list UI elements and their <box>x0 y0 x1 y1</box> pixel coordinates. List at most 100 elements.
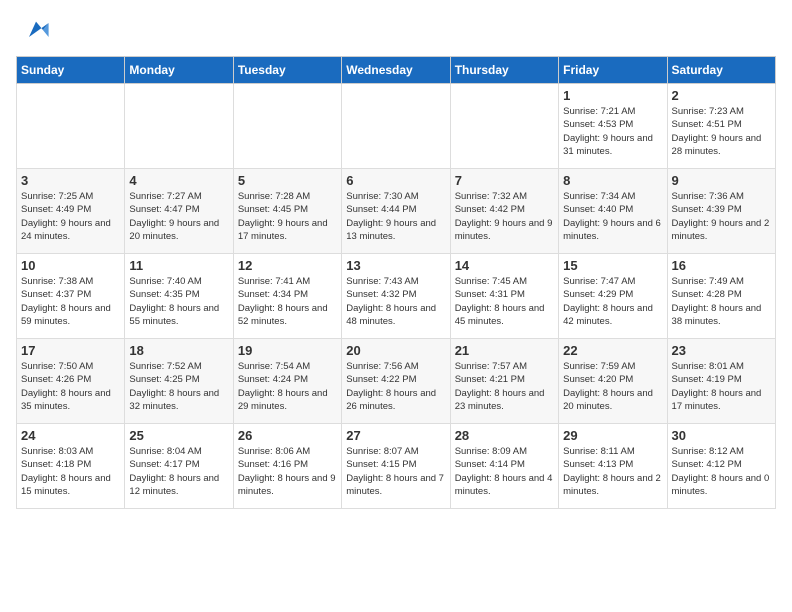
calendar-cell: 27Sunrise: 8:07 AM Sunset: 4:15 PM Dayli… <box>342 424 450 509</box>
day-info: Sunrise: 7:34 AM Sunset: 4:40 PM Dayligh… <box>563 190 662 243</box>
day-info: Sunrise: 7:45 AM Sunset: 4:31 PM Dayligh… <box>455 275 554 328</box>
day-info: Sunrise: 7:23 AM Sunset: 4:51 PM Dayligh… <box>672 105 771 158</box>
page-header <box>16 16 776 44</box>
day-info: Sunrise: 7:50 AM Sunset: 4:26 PM Dayligh… <box>21 360 120 413</box>
day-info: Sunrise: 8:04 AM Sunset: 4:17 PM Dayligh… <box>129 445 228 498</box>
day-info: Sunrise: 7:52 AM Sunset: 4:25 PM Dayligh… <box>129 360 228 413</box>
day-info: Sunrise: 7:49 AM Sunset: 4:28 PM Dayligh… <box>672 275 771 328</box>
calendar-cell: 14 Sunrise: 7:45 AM Sunset: 4:31 PM Dayli… <box>450 254 558 339</box>
day-number: 27 <box>346 428 445 443</box>
day-number: 12 <box>238 258 337 273</box>
calendar-cell: 1 Sunrise: 7:21 AM Sunset: 4:53 PM Daylig… <box>559 84 667 169</box>
day-info: Sunrise: 8:01 AM Sunset: 4:19 PM Dayligh… <box>672 360 771 413</box>
day-info: Sunrise: 7:41 AM Sunset: 4:34 PM Dayligh… <box>238 275 337 328</box>
weekday-header-monday: Monday <box>125 57 233 84</box>
day-number: 20 <box>346 343 445 358</box>
day-info: Sunrise: 8:09 AM Sunset: 4:14 PM Dayligh… <box>455 445 554 498</box>
day-info: Sunrise: 7:32 AM Sunset: 4:42 PM Dayligh… <box>455 190 554 243</box>
weekday-header-wednesday: Wednesday <box>342 57 450 84</box>
day-number: 15 <box>563 258 662 273</box>
day-info: Sunrise: 7:38 AM Sunset: 4:37 PM Dayligh… <box>21 275 120 328</box>
calendar-cell: 21 Sunrise: 7:57 AM Sunset: 4:21 PM Dayli… <box>450 339 558 424</box>
day-info: Sunrise: 7:27 AM Sunset: 4:47 PM Dayligh… <box>129 190 228 243</box>
day-number: 17 <box>21 343 120 358</box>
calendar-cell <box>125 84 233 169</box>
day-number: 19 <box>238 343 337 358</box>
day-number: 13 <box>346 258 445 273</box>
calendar-cell: 24Sunrise: 8:03 AM Sunset: 4:18 PM Dayli… <box>17 424 125 509</box>
calendar-cell: 8 Sunrise: 7:34 AM Sunset: 4:40 PM Daylig… <box>559 169 667 254</box>
calendar-cell: 3 Sunrise: 7:25 AM Sunset: 4:49 PM Daylig… <box>17 169 125 254</box>
calendar-cell: 19 Sunrise: 7:54 AM Sunset: 4:24 PM Dayli… <box>233 339 341 424</box>
weekday-header-sunday: Sunday <box>17 57 125 84</box>
calendar-cell: 4 Sunrise: 7:27 AM Sunset: 4:47 PM Daylig… <box>125 169 233 254</box>
day-info: Sunrise: 7:47 AM Sunset: 4:29 PM Dayligh… <box>563 275 662 328</box>
calendar-cell: 9 Sunrise: 7:36 AM Sunset: 4:39 PM Daylig… <box>667 169 775 254</box>
day-info: Sunrise: 7:57 AM Sunset: 4:21 PM Dayligh… <box>455 360 554 413</box>
day-number: 21 <box>455 343 554 358</box>
day-info: Sunrise: 7:21 AM Sunset: 4:53 PM Dayligh… <box>563 105 662 158</box>
day-info: Sunrise: 7:28 AM Sunset: 4:45 PM Dayligh… <box>238 190 337 243</box>
day-info: Sunrise: 8:11 AM Sunset: 4:13 PM Dayligh… <box>563 445 662 498</box>
day-number: 3 <box>21 173 120 188</box>
day-number: 10 <box>21 258 120 273</box>
day-number: 9 <box>672 173 771 188</box>
calendar-cell: 28 Sunrise: 8:09 AM Sunset: 4:14 PM Dayli… <box>450 424 558 509</box>
calendar-cell <box>17 84 125 169</box>
calendar-cell: 10 Sunrise: 7:38 AM Sunset: 4:37 PM Dayli… <box>17 254 125 339</box>
calendar-cell: 5 Sunrise: 7:28 AM Sunset: 4:45 PM Daylig… <box>233 169 341 254</box>
day-number: 2 <box>672 88 771 103</box>
weekday-header-friday: Friday <box>559 57 667 84</box>
day-number: 30 <box>672 428 771 443</box>
calendar-cell <box>342 84 450 169</box>
day-info: Sunrise: 7:54 AM Sunset: 4:24 PM Dayligh… <box>238 360 337 413</box>
calendar-cell: 2 Sunrise: 7:23 AM Sunset: 4:51 PM Daylig… <box>667 84 775 169</box>
day-info: Sunrise: 7:36 AM Sunset: 4:39 PM Dayligh… <box>672 190 771 243</box>
day-number: 5 <box>238 173 337 188</box>
day-number: 11 <box>129 258 228 273</box>
calendar-cell: 15 Sunrise: 7:47 AM Sunset: 4:29 PM Dayli… <box>559 254 667 339</box>
calendar-cell: 17 Sunrise: 7:50 AM Sunset: 4:26 PM Dayli… <box>17 339 125 424</box>
day-number: 22 <box>563 343 662 358</box>
calendar-cell: 18 Sunrise: 7:52 AM Sunset: 4:25 PM Dayli… <box>125 339 233 424</box>
calendar-cell: 30 Sunrise: 8:12 AM Sunset: 4:12 PM Dayli… <box>667 424 775 509</box>
day-info: Sunrise: 7:25 AM Sunset: 4:49 PM Dayligh… <box>21 190 120 243</box>
calendar-cell <box>233 84 341 169</box>
calendar-table: SundayMondayTuesdayWednesdayThursdayFrid… <box>16 56 776 509</box>
calendar-cell: 13 Sunrise: 7:43 AM Sunset: 4:32 PM Dayli… <box>342 254 450 339</box>
day-number: 7 <box>455 173 554 188</box>
weekday-header-tuesday: Tuesday <box>233 57 341 84</box>
logo <box>16 16 50 44</box>
day-info: Sunrise: 8:06 AM Sunset: 4:16 PM Dayligh… <box>238 445 337 498</box>
calendar-cell: 12 Sunrise: 7:41 AM Sunset: 4:34 PM Dayli… <box>233 254 341 339</box>
weekday-header-thursday: Thursday <box>450 57 558 84</box>
calendar-cell: 6Sunrise: 7:30 AM Sunset: 4:44 PM Daylig… <box>342 169 450 254</box>
day-number: 14 <box>455 258 554 273</box>
day-info: Sunrise: 7:30 AM Sunset: 4:44 PM Dayligh… <box>346 190 445 243</box>
day-number: 26 <box>238 428 337 443</box>
calendar-cell: 29 Sunrise: 8:11 AM Sunset: 4:13 PM Dayli… <box>559 424 667 509</box>
day-number: 25 <box>129 428 228 443</box>
day-number: 28 <box>455 428 554 443</box>
calendar-cell <box>450 84 558 169</box>
day-number: 24 <box>21 428 120 443</box>
logo-icon <box>22 16 50 44</box>
day-info: Sunrise: 7:59 AM Sunset: 4:20 PM Dayligh… <box>563 360 662 413</box>
day-number: 29 <box>563 428 662 443</box>
day-info: Sunrise: 8:12 AM Sunset: 4:12 PM Dayligh… <box>672 445 771 498</box>
day-number: 23 <box>672 343 771 358</box>
day-number: 8 <box>563 173 662 188</box>
calendar-cell: 11 Sunrise: 7:40 AM Sunset: 4:35 PM Dayli… <box>125 254 233 339</box>
day-number: 1 <box>563 88 662 103</box>
calendar-cell: 16Sunrise: 7:49 AM Sunset: 4:28 PM Dayli… <box>667 254 775 339</box>
calendar-cell: 7 Sunrise: 7:32 AM Sunset: 4:42 PM Daylig… <box>450 169 558 254</box>
day-info: Sunrise: 7:43 AM Sunset: 4:32 PM Dayligh… <box>346 275 445 328</box>
calendar-cell: 20 Sunrise: 7:56 AM Sunset: 4:22 PM Dayli… <box>342 339 450 424</box>
day-number: 18 <box>129 343 228 358</box>
day-info: Sunrise: 7:40 AM Sunset: 4:35 PM Dayligh… <box>129 275 228 328</box>
day-number: 4 <box>129 173 228 188</box>
day-info: Sunrise: 7:56 AM Sunset: 4:22 PM Dayligh… <box>346 360 445 413</box>
calendar-cell: 26 Sunrise: 8:06 AM Sunset: 4:16 PM Dayli… <box>233 424 341 509</box>
calendar-cell: 23 Sunrise: 8:01 AM Sunset: 4:19 PM Dayli… <box>667 339 775 424</box>
calendar-cell: 22 Sunrise: 7:59 AM Sunset: 4:20 PM Dayli… <box>559 339 667 424</box>
